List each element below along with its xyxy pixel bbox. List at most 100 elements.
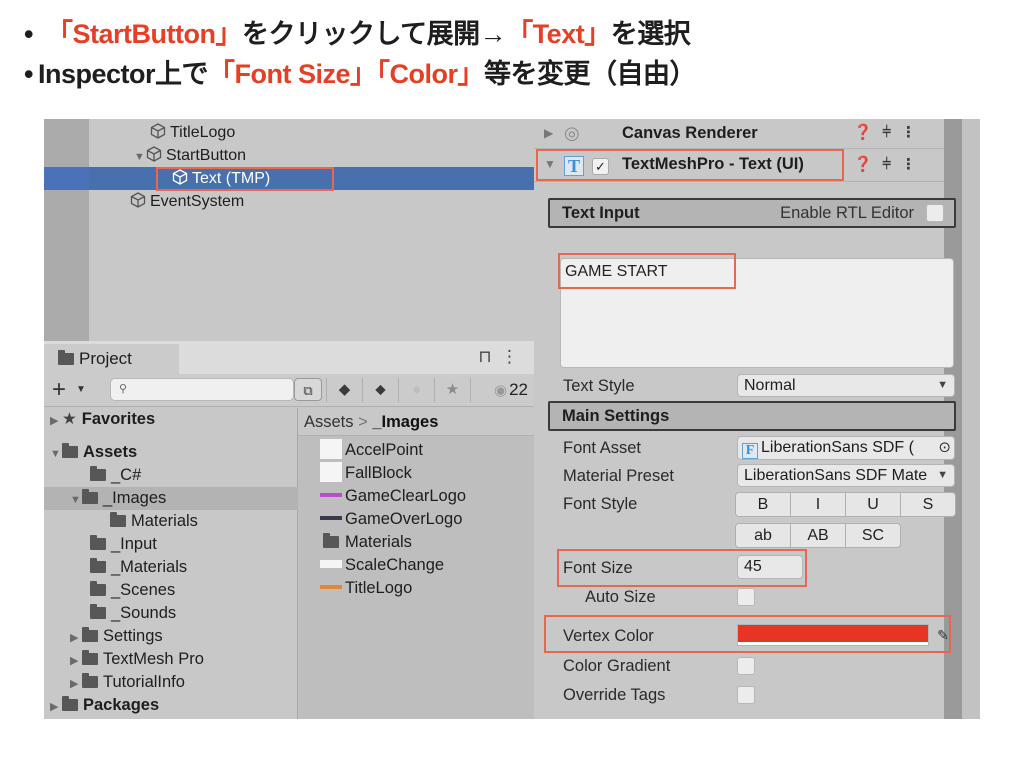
color-gradient-checkbox[interactable] (737, 657, 755, 675)
text-style-dropdown[interactable]: Normal ▼ (737, 374, 955, 397)
asset-item-gameclearlogo[interactable]: GameClearLogo (320, 485, 466, 508)
component-header-canvas-renderer[interactable]: ▶ ◎ Canvas Renderer ❓⫩⋮ (534, 119, 944, 149)
chevron-down-icon: ▼ (937, 469, 948, 481)
font-style-italic-button[interactable]: I (790, 492, 846, 517)
tree-item-images[interactable]: ▼ _Images (44, 487, 298, 510)
tab-project[interactable]: Project (44, 344, 179, 374)
tree-item-materials[interactable]: _Materials (44, 556, 298, 579)
instruction-text: • 「StartButton」をクリックして展開→「Text」を選択 • Inspe… (24, 14, 697, 94)
hierarchy-item-startbutton[interactable]: ▼ StartButton (44, 144, 534, 167)
asset-item-fallblock[interactable]: FallBlock (320, 462, 412, 485)
font-style-uppercase-button[interactable]: AB (790, 523, 846, 548)
unity-editor-screenshot: TitleLogo ▼ StartButton Text (TMP) EventS… (44, 119, 980, 719)
tree-item-packages[interactable]: ▶ Packages (44, 694, 298, 717)
object-picker-icon[interactable]: ⊙ (938, 437, 951, 459)
tree-item-tutorialinfo[interactable]: ▶ TutorialInfo (44, 671, 298, 694)
shapes-icon: ◆ (338, 381, 351, 398)
tree-item-assets[interactable]: ▼ Assets (44, 441, 298, 464)
sprite-thumbnail-icon (320, 493, 342, 497)
asset-item-accelpoint[interactable]: AccelPoint (320, 439, 423, 462)
auto-size-checkbox[interactable] (737, 588, 755, 606)
asset-item-titlelogo[interactable]: TitleLogo (320, 577, 412, 600)
tree-item-materials-sub[interactable]: Materials (44, 510, 298, 533)
hierarchy-item-eventsystem[interactable]: EventSystem (44, 190, 534, 213)
tree-item-scenes[interactable]: _Scenes (44, 579, 298, 602)
highlight-text: 「Text」 (506, 19, 611, 49)
chevron-down-icon[interactable]: ▼ (76, 384, 86, 395)
auto-size-label: Auto Size (585, 588, 656, 606)
collapse-arrow-icon[interactable]: ▼ (50, 443, 62, 466)
font-style-bold-button[interactable]: B (735, 492, 791, 517)
color-gradient-label: Color Gradient (563, 657, 671, 675)
breadcrumb-images[interactable]: _Images (372, 413, 438, 431)
kebab-menu-icon[interactable]: ⋮ (901, 124, 926, 141)
font-style-strikethrough-button[interactable]: S (900, 492, 956, 517)
gameobject-cube-icon (130, 192, 146, 208)
enable-rtl-editor-checkbox[interactable] (926, 204, 944, 222)
material-preset-dropdown[interactable]: LiberationSans SDF Mate ▼ (737, 464, 955, 487)
lock-icon[interactable]: ⊓ (478, 347, 491, 366)
project-tab-bar: Project ⊓ ⋮ (44, 341, 534, 374)
project-search-input[interactable]: ⚲ (110, 378, 294, 401)
section-text-input[interactable]: Text Input Enable RTL Editor (548, 198, 956, 228)
folder-icon (58, 350, 74, 365)
sprite-thumbnail-icon (320, 516, 342, 520)
font-style-underline-button[interactable]: U (845, 492, 901, 517)
star-icon: ★ (445, 381, 460, 398)
create-plus-icon[interactable]: + (52, 376, 66, 404)
star-icon: ★ (62, 410, 77, 428)
kebab-menu-icon[interactable]: ⋮ (501, 347, 518, 366)
expand-arrow-icon[interactable]: ▶ (70, 650, 82, 673)
asset-item-gameoverlogo[interactable]: GameOverLogo (320, 508, 462, 531)
font-style-lowercase-button[interactable]: ab (735, 523, 791, 548)
tree-item-input[interactable]: _Input (44, 533, 298, 556)
tree-item-textmesh-pro[interactable]: ▶ TextMesh Pro (44, 648, 298, 671)
font-style-row1: B I U S (735, 492, 956, 517)
instruction-line-2: • Inspector上で「Font Size」「Color」等を変更（自由） (24, 59, 697, 89)
expand-arrow-icon[interactable]: ▶ (70, 673, 82, 696)
expand-arrow-icon[interactable]: ▶ (50, 410, 62, 433)
font-asset-field[interactable]: F LiberationSans SDF ( ⊙ (737, 436, 955, 460)
tree-item-settings[interactable]: ▶ Settings (44, 625, 298, 648)
override-tags-checkbox[interactable] (737, 686, 755, 704)
font-style-label: Font Style (563, 495, 638, 513)
tree-item-c-sharp[interactable]: _C# (44, 464, 298, 487)
expand-arrow-icon[interactable]: ▶ (544, 119, 553, 147)
favorites-filter-button[interactable]: ★ (434, 378, 470, 402)
folder-icon (90, 581, 106, 596)
filter-by-label-button[interactable]: ⬥ (362, 378, 398, 402)
folder-icon (82, 627, 98, 642)
section-main-settings[interactable]: Main Settings (548, 401, 956, 431)
filter-by-type-button[interactable]: ◆ (326, 378, 362, 402)
hierarchy-item-titlelogo[interactable]: TitleLogo (44, 121, 534, 144)
expand-arrow-icon[interactable]: ▶ (70, 627, 82, 650)
highlight-box-text-tmp (156, 167, 334, 191)
expand-arrow-icon[interactable]: ▼ (134, 146, 146, 169)
breadcrumb: Assets > _Images (298, 408, 534, 436)
collapse-arrow-icon[interactable]: ▼ (70, 489, 82, 512)
filter-by-log-button[interactable]: ● (398, 378, 434, 402)
asset-item-materials[interactable]: Materials (320, 531, 412, 554)
asset-item-scalechange[interactable]: ScaleChange (320, 554, 444, 577)
kebab-menu-icon[interactable]: ⋮ (901, 156, 926, 173)
folder-icon (90, 558, 106, 573)
expand-arrow-icon[interactable]: ▶ (50, 696, 62, 719)
search-icon: ⚲ (119, 383, 128, 395)
sprite-thumbnail-icon (320, 462, 342, 482)
tree-item-sounds[interactable]: _Sounds (44, 602, 298, 625)
tree-item-favorites[interactable]: ▶ ★ Favorites (44, 408, 298, 431)
help-icon[interactable]: ❓ (854, 156, 883, 173)
breadcrumb-assets[interactable]: Assets (304, 413, 354, 431)
preset-sliders-icon[interactable]: ⫩ (882, 124, 901, 141)
project-asset-list: Assets > _Images AccelPoint FallBlock Ga… (298, 408, 534, 719)
font-style-row2: ab AB SC (735, 523, 901, 548)
gameobject-cube-icon (150, 123, 166, 139)
override-tags-label: Override Tags (563, 686, 666, 704)
search-scope-button[interactable]: ⧉ (294, 378, 322, 401)
preset-sliders-icon[interactable]: ⫩ (882, 156, 901, 173)
instruction-line-1: • 「StartButton」をクリックして展開→「Text」を選択 (24, 19, 691, 49)
font-style-smallcaps-button[interactable]: SC (845, 523, 901, 548)
font-asset-icon: F (742, 443, 758, 459)
help-icon[interactable]: ❓ (854, 124, 883, 141)
hidden-packages-toggle[interactable]: ◉ 22 (470, 378, 534, 402)
